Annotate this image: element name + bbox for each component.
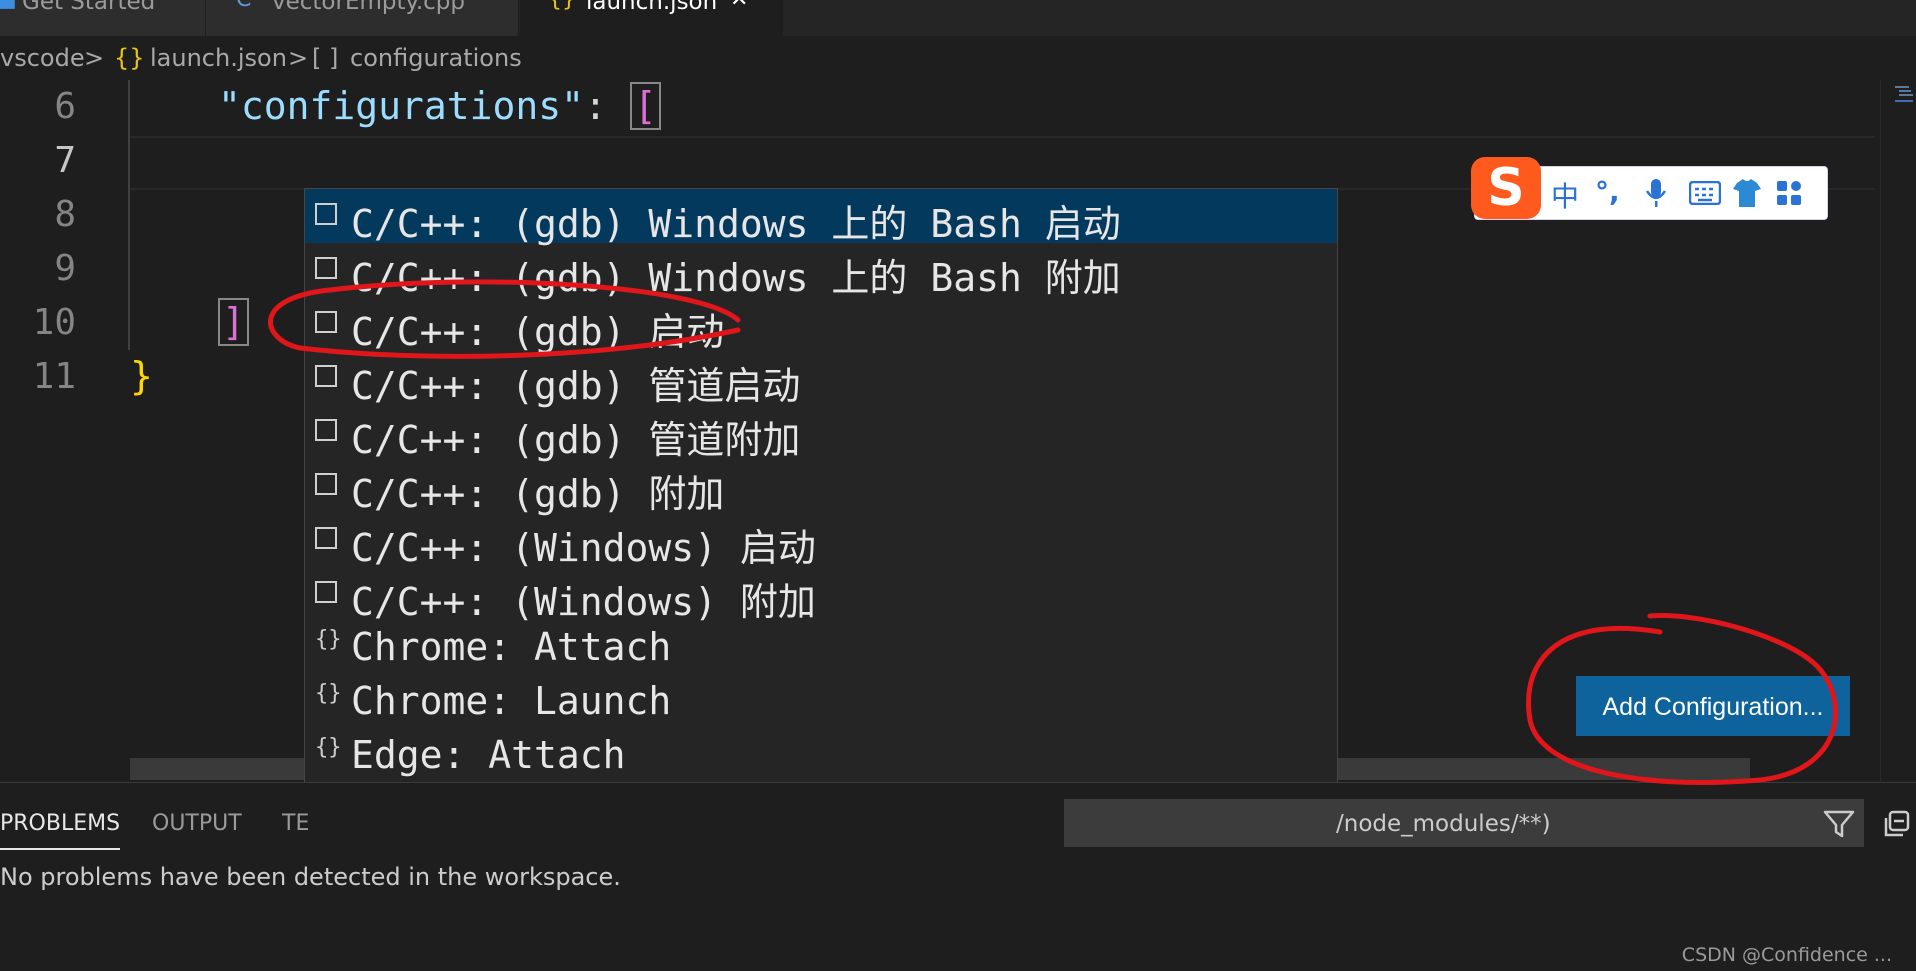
cpp-icon: C	[236, 0, 251, 11]
snippet-box-icon	[315, 581, 337, 603]
json-icon: {}	[548, 0, 576, 11]
line-number: 11	[32, 356, 76, 397]
suggestion-label: C/C++: (gdb) 管道附加	[351, 418, 801, 462]
ime-toolbar[interactable]: S 中 °,	[1471, 157, 1828, 220]
suggestion-label: C/C++: (gdb) 启动	[351, 310, 725, 354]
close-bracket: ]	[218, 298, 249, 346]
snippet-box-icon	[315, 419, 337, 441]
line-number: 9	[54, 248, 76, 289]
close-icon[interactable]: ✕	[730, 0, 748, 11]
filter-value: /node_modules/**)	[1336, 811, 1551, 837]
bottom-panel: PROBLEMS OUTPUT TE /node_modules/**) No …	[0, 782, 1916, 971]
ime-punct-toggle[interactable]: °,	[1595, 175, 1620, 208]
tab-label: Get Started	[22, 0, 156, 15]
suggestion-item[interactable]: C/C++: (gdb) 启动	[305, 297, 1337, 354]
suggestion-item[interactable]: C/C++: (Windows) 附加	[305, 567, 1337, 624]
code-line-6: "configurations": [	[218, 82, 661, 130]
sogou-logo-icon[interactable]: S	[1471, 157, 1541, 219]
braces-icon: {}	[315, 627, 342, 652]
snippet-box-icon	[315, 311, 337, 333]
suggestion-list[interactable]: C/C++: (gdb) Windows 上的 Bash 启动 C/C++: (g…	[304, 188, 1338, 842]
braces-icon: {}	[315, 735, 342, 760]
chevron-right-icon: >	[288, 44, 309, 72]
json-key: "configurations"	[218, 84, 585, 128]
add-configuration-button[interactable]: Add Configuration...	[1576, 676, 1850, 736]
tab-label: launch.json	[586, 0, 718, 15]
skin-icon[interactable]	[1731, 177, 1763, 209]
tab-terminal[interactable]: TE	[282, 811, 309, 836]
filter-icon[interactable]	[1822, 807, 1856, 841]
suggestion-label: C/C++: (gdb) Windows 上的 Bash 附加	[351, 256, 1121, 300]
snippet-box-icon	[315, 203, 337, 225]
microphone-icon[interactable]	[1645, 177, 1667, 209]
chevron-right-icon: >	[84, 44, 105, 72]
tab-problems[interactable]: PROBLEMS	[0, 811, 121, 850]
collapse-all-icon[interactable]	[1882, 809, 1912, 839]
suggestion-item[interactable]: {} Chrome: Launch	[305, 675, 1337, 729]
line-number: 7	[54, 140, 76, 181]
suggestion-label: Chrome: Launch	[351, 679, 672, 723]
suggestion-item[interactable]: C/C++: (gdb) 管道附加	[305, 405, 1337, 462]
suggestion-item[interactable]: {} Chrome: Attach	[305, 621, 1337, 675]
array-icon: [ ]	[312, 44, 339, 72]
suggestion-item[interactable]: C/C++: (gdb) 管道启动	[305, 351, 1337, 408]
suggestion-label: Edge: Attach	[351, 733, 626, 777]
breadcrumb: vscode > {} launch.json > [ ] configurat…	[0, 36, 1916, 80]
tab-bar: ■ Get Started C vectorEmpty.cpp {} launc…	[0, 0, 1916, 36]
open-bracket: [	[629, 82, 661, 130]
suggestion-item[interactable]: C/C++: (gdb) 附加	[305, 459, 1337, 516]
suggestion-item[interactable]: {} Edge: Attach	[305, 729, 1337, 783]
suggestion-label: C/C++: (Windows) 启动	[351, 526, 816, 570]
suggestion-item[interactable]: C/C++: (Windows) 启动	[305, 513, 1337, 570]
line-number: 8	[54, 194, 76, 235]
suggestion-item[interactable]: C/C++: (gdb) Windows 上的 Bash 附加	[305, 243, 1337, 300]
indent-guide	[128, 80, 130, 350]
suggestion-label: C/C++: (gdb) 附加	[351, 472, 725, 516]
minimap-line	[1899, 94, 1913, 96]
tab-get-started[interactable]: ■ Get Started	[0, 0, 206, 36]
toolbox-icon[interactable]	[1775, 179, 1803, 207]
breadcrumb-file[interactable]: launch.json	[150, 44, 287, 72]
snippet-box-icon	[315, 473, 337, 495]
snippet-box-icon	[315, 527, 337, 549]
ime-lang-toggle[interactable]: 中	[1551, 175, 1579, 215]
suggestion-label: C/C++: (Windows) 附加	[351, 580, 816, 624]
suggestion-label: Chrome: Attach	[351, 625, 672, 669]
line-number: 10	[32, 302, 76, 343]
snippet-box-icon	[315, 257, 337, 279]
keyboard-icon[interactable]	[1689, 181, 1721, 205]
problems-message: No problems have been detected in the wo…	[0, 863, 621, 891]
breadcrumb-node[interactable]: configurations	[350, 44, 522, 72]
tab-vector-empty[interactable]: C vectorEmpty.cpp	[206, 0, 519, 36]
suggestion-item[interactable]: C/C++: (gdb) Windows 上的 Bash 启动	[305, 189, 1337, 246]
tab-launch-json[interactable]: {} launch.json ✕	[520, 0, 783, 36]
suggestion-label: C/C++: (gdb) 管道启动	[351, 364, 801, 408]
json-icon: {}	[114, 44, 145, 72]
code-line-10: ]	[218, 298, 249, 346]
minimap-line	[1895, 100, 1913, 102]
line-number: 6	[54, 86, 76, 127]
vscode-icon: ■	[0, 0, 17, 11]
suggestion-label: C/C++: (gdb) Windows 上的 Bash 启动	[351, 202, 1121, 246]
tab-output[interactable]: OUTPUT	[152, 811, 242, 836]
minimap-line	[1895, 86, 1909, 88]
minimap[interactable]	[1880, 80, 1916, 782]
snippet-box-icon	[315, 365, 337, 387]
minimap-line	[1899, 90, 1911, 92]
code-line-11: }	[130, 354, 153, 398]
breadcrumb-folder[interactable]: vscode	[0, 44, 85, 72]
braces-icon: {}	[315, 681, 342, 706]
tab-label: vectorEmpty.cpp	[272, 0, 465, 15]
watermark: CSDN @Confidence ...	[1681, 944, 1892, 966]
